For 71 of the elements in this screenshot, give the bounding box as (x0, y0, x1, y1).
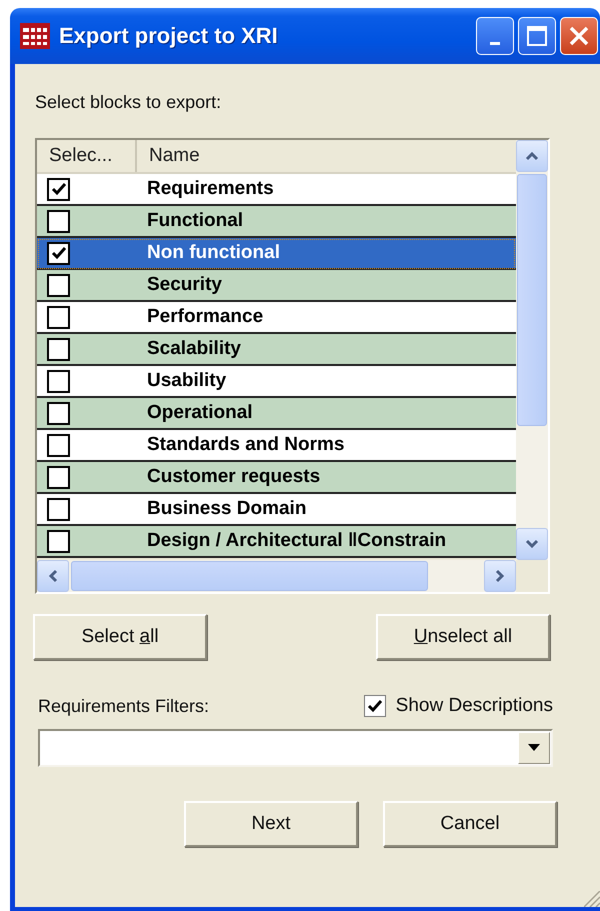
maximize-icon (526, 25, 548, 47)
list-row[interactable]: Standards and Norms (37, 430, 516, 462)
list-row[interactable]: Operational (37, 398, 516, 430)
checkbox[interactable] (47, 370, 70, 392)
table-cell-text: Operational (146, 402, 253, 424)
horizontal-scrollbar[interactable] (37, 560, 516, 592)
list-row[interactable]: Business Domain (37, 494, 516, 526)
list-row[interactable]: Customer requests (37, 462, 516, 494)
filters-label: Requirements Filters: (38, 696, 210, 716)
scroll-up-button[interactable] (516, 140, 548, 172)
close-button[interactable] (560, 17, 598, 55)
list-row[interactable]: Design / Architectural ‖Constrain (37, 526, 516, 558)
scroll-left-button[interactable] (37, 560, 69, 592)
checkmark-icon (366, 699, 383, 713)
checkbox[interactable] (47, 210, 70, 232)
scroll-down-button[interactable] (516, 528, 548, 560)
table-cell-text: Security (146, 274, 222, 296)
table-cell-text: Requirements (146, 178, 274, 200)
table-cell-text: Performance (146, 306, 264, 328)
selection-button[interactable]: Unselect all (376, 614, 550, 660)
checkbox[interactable] (47, 402, 70, 424)
window-title: Export project to XRI (59, 23, 279, 49)
vertical-scrollbar[interactable] (516, 140, 548, 560)
checkmark-icon (50, 246, 66, 260)
column-header[interactable]: Name (137, 140, 200, 172)
dialog-button[interactable]: Cancel (383, 801, 557, 847)
table-cell-text: Usability (146, 370, 226, 392)
checkbox[interactable] (47, 242, 70, 264)
table-cell-text: Standards and Norms (146, 434, 344, 456)
table-cell-text: Functional (146, 210, 244, 232)
scroll-thumb[interactable] (517, 174, 547, 426)
list-row[interactable]: Usability (37, 366, 516, 398)
list-row[interactable]: Functional (37, 206, 516, 238)
checkbox[interactable] (47, 178, 70, 200)
list-row[interactable]: Non functional (37, 238, 516, 270)
scroll-thumb[interactable] (71, 561, 428, 591)
maximize-button[interactable] (518, 17, 556, 55)
column-header[interactable]: Selec... (37, 140, 137, 172)
checkbox-label[interactable]: Show Descriptions (396, 695, 553, 717)
minimize-icon (490, 42, 500, 44)
minimize-button[interactable] (476, 17, 514, 55)
list-row[interactable]: Performance (37, 302, 516, 334)
app-icon (20, 23, 50, 49)
chevron-right-icon (495, 569, 505, 583)
table-cell-text: Business Domain (146, 498, 306, 520)
scroll-right-button[interactable] (484, 560, 516, 592)
resize-grip-icon (584, 891, 600, 907)
checkbox[interactable] (47, 274, 70, 296)
filters-dropdown[interactable] (38, 729, 553, 767)
chevron-down-icon (525, 539, 539, 549)
dialog-button[interactable]: Next (184, 801, 358, 847)
checkbox[interactable] (47, 530, 70, 552)
chevron-up-icon (525, 151, 539, 161)
instruction-label: Select blocks to export: (35, 92, 222, 113)
selection-button[interactable]: Select all (33, 614, 207, 660)
table-cell-text: Customer requests (146, 466, 320, 488)
chevron-left-icon (48, 569, 58, 583)
checkmark-icon (50, 182, 66, 196)
table-cell-text: Non functional (146, 242, 280, 264)
list-row[interactable]: Requirements (37, 174, 516, 206)
checkbox[interactable] (364, 695, 386, 717)
checkbox[interactable] (47, 498, 70, 520)
checkbox[interactable] (47, 338, 70, 360)
checkbox[interactable] (47, 306, 70, 328)
close-icon (568, 25, 590, 47)
list-row[interactable]: Scalability (37, 334, 516, 366)
checkbox[interactable] (47, 466, 70, 488)
table-cell-text: Scalability (146, 338, 241, 360)
list-row[interactable]: Security (37, 270, 516, 302)
table-cell-text: Design / Architectural ‖Constrain (146, 530, 446, 552)
checkbox[interactable] (47, 434, 70, 456)
